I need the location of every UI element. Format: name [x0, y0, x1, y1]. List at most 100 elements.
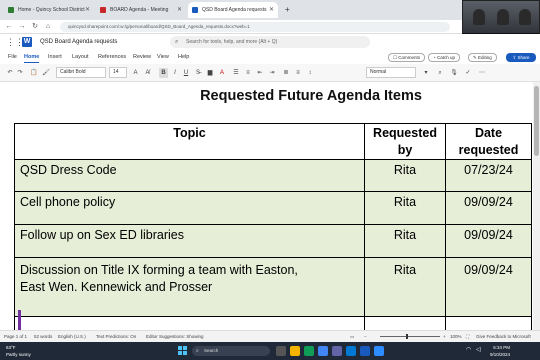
cell-date[interactable]: 09/09/24	[446, 262, 531, 279]
editor-icon[interactable]: ✓	[464, 68, 472, 78]
teams-icon[interactable]	[332, 346, 342, 356]
language-indicator[interactable]: English (U.S.)	[58, 331, 86, 342]
catch-up-button[interactable]: ◔ Catch up	[428, 53, 460, 62]
page-count[interactable]: Page 1 of 1	[4, 331, 27, 342]
word-count[interactable]: 52 words	[34, 331, 52, 342]
file-explorer-icon[interactable]	[290, 346, 300, 356]
view-mode-icon[interactable]: ▭	[350, 331, 354, 342]
wifi-icon[interactable]: ◠	[466, 347, 471, 354]
zoom-level[interactable]: 100%	[450, 331, 462, 342]
cell-date[interactable]: 09/09/24	[446, 227, 531, 244]
cell-date[interactable]: 07/23/24	[446, 162, 531, 179]
refresh-icon[interactable]: ↻	[30, 22, 40, 32]
windows-start-icon[interactable]	[178, 346, 188, 356]
tab-layout[interactable]: Layout	[72, 52, 89, 62]
tab-insert[interactable]: Insert	[48, 52, 62, 62]
zoom-slider[interactable]	[380, 336, 440, 337]
font-color-icon[interactable]: A	[131, 68, 140, 78]
styles-pane-icon[interactable]: ▾	[422, 68, 430, 78]
browser-tab-home[interactable]: Home - Quincy School District ✕	[4, 2, 94, 18]
cell-topic[interactable]: QSD Dress Code	[20, 162, 117, 179]
new-tab-button[interactable]: +	[282, 2, 294, 18]
cell-requested-by[interactable]: Rita	[365, 162, 445, 179]
find-icon[interactable]: ⌕	[436, 68, 444, 78]
back-icon[interactable]: ←	[4, 22, 14, 32]
format-painter-icon[interactable]: 🖌	[42, 68, 50, 78]
share-button[interactable]: ⇪ Share	[506, 53, 536, 62]
url-field[interactable]: quincysd.sharepoint.com/:w:/g/personal/b…	[60, 22, 450, 32]
word-taskbar-icon[interactable]	[360, 346, 370, 356]
line-spacing-icon[interactable]: ↕	[306, 68, 314, 78]
redo-icon[interactable]: ↷	[16, 68, 24, 78]
tab-review[interactable]: Review	[133, 52, 151, 62]
bold-button[interactable]: B	[159, 68, 168, 78]
table-border	[531, 123, 532, 330]
close-icon[interactable]: ✕	[269, 2, 274, 18]
highlight-icon[interactable]: ▆	[206, 68, 214, 78]
outlook-icon[interactable]	[346, 346, 356, 356]
increase-indent-icon[interactable]: ⇥	[268, 68, 276, 78]
document-title[interactable]: QSD Board Agenda requests	[40, 37, 117, 47]
strikethrough-button[interactable]: S̶	[194, 68, 202, 78]
clipboard-icon[interactable]: 📋	[30, 68, 38, 78]
zoom-slider-handle[interactable]	[406, 334, 408, 339]
cell-topic-line1[interactable]: Discussion on Title IX forming a team wi…	[20, 262, 298, 279]
italic-button[interactable]: I	[171, 68, 179, 78]
clear-format-icon[interactable]: A̸	[143, 68, 152, 78]
decrease-indent-icon[interactable]: ⇤	[256, 68, 264, 78]
editing-mode-button[interactable]: ✎ Editing	[468, 53, 497, 62]
home-icon[interactable]: ⌂	[43, 22, 53, 32]
close-icon[interactable]: ✕	[177, 2, 182, 18]
cell-requested-by[interactable]: Rita	[365, 262, 445, 279]
document-canvas[interactable]: Requested Future Agenda Items Topic Requ…	[0, 82, 540, 330]
align-left-icon[interactable]: ≣	[282, 68, 290, 78]
participant-silhouette	[497, 9, 509, 25]
zoom-app-icon[interactable]	[374, 346, 384, 356]
cell-topic-line2[interactable]: East Wen. Kennewick and Prosser	[20, 279, 212, 296]
bullets-icon[interactable]: ☰	[232, 68, 240, 78]
align-center-icon[interactable]: ≡	[294, 68, 302, 78]
feedback-link[interactable]: Give Feedback to Microsoft	[476, 331, 531, 342]
chrome-icon[interactable]	[318, 346, 328, 356]
font-size-select[interactable]: 14	[109, 67, 127, 78]
tab-references[interactable]: References	[98, 52, 126, 62]
volume-icon[interactable]: ◁	[476, 347, 481, 354]
cell-topic[interactable]: Cell phone policy	[20, 194, 115, 211]
system-clock[interactable]: 6:34 PM 9/10/2024	[490, 344, 510, 358]
cell-requested-by[interactable]: Rita	[365, 227, 445, 244]
numbering-icon[interactable]: ≡	[244, 68, 252, 78]
zoom-in-icon[interactable]: +	[443, 331, 446, 342]
task-view-icon[interactable]	[276, 346, 286, 356]
scrollbar-thumb[interactable]	[534, 86, 539, 156]
close-icon[interactable]: ✕	[85, 2, 90, 18]
tab-help[interactable]: Help	[178, 52, 189, 62]
undo-icon[interactable]: ↶	[6, 68, 14, 78]
comments-button[interactable]: ☐ Comments	[388, 53, 426, 62]
text-predictions-status[interactable]: Text Predictions: On	[96, 331, 136, 342]
forward-icon[interactable]: →	[17, 22, 27, 32]
text-color-icon[interactable]: A	[218, 68, 226, 78]
fit-icon[interactable]: ⛶	[466, 331, 469, 342]
cell-date[interactable]: 09/09/24	[446, 194, 531, 211]
tab-view[interactable]: View	[157, 52, 169, 62]
browser-tab-agenda[interactable]: QSD Board Agenda requests ✕	[188, 2, 278, 18]
underline-button[interactable]: U	[182, 68, 190, 78]
edge-browser-icon[interactable]	[304, 346, 314, 356]
browser-tab-board[interactable]: BOARD Agenda - Meeting ✕	[96, 2, 186, 18]
dictate-icon[interactable]: 🎙	[450, 68, 458, 78]
cell-requested-by[interactable]: Rita	[365, 194, 445, 211]
style-select[interactable]: Normal	[366, 67, 416, 78]
zoom-out-icon[interactable]: −	[364, 331, 367, 342]
column-header-requested-by: Requested by	[373, 126, 437, 157]
editor-suggestions-status[interactable]: Editor Suggestions: Showing	[146, 331, 204, 342]
tab-home[interactable]: Home	[24, 52, 40, 63]
taskbar-search[interactable]: ⌕ Search	[192, 346, 270, 356]
search-icon: ⌕	[175, 39, 179, 45]
font-name-select[interactable]: Calibri Bold	[56, 67, 106, 78]
cell-topic[interactable]: Follow up on Sex ED libraries	[20, 227, 184, 244]
vertical-scrollbar[interactable]	[533, 82, 540, 330]
search-input[interactable]: ⌕ Search for tools, help, and more (Alt …	[170, 36, 370, 48]
more-options-icon[interactable]: ⋯	[478, 68, 486, 78]
weather-widget[interactable]: 63°F Partly sunny	[6, 344, 31, 358]
tab-file[interactable]: File	[8, 52, 17, 62]
